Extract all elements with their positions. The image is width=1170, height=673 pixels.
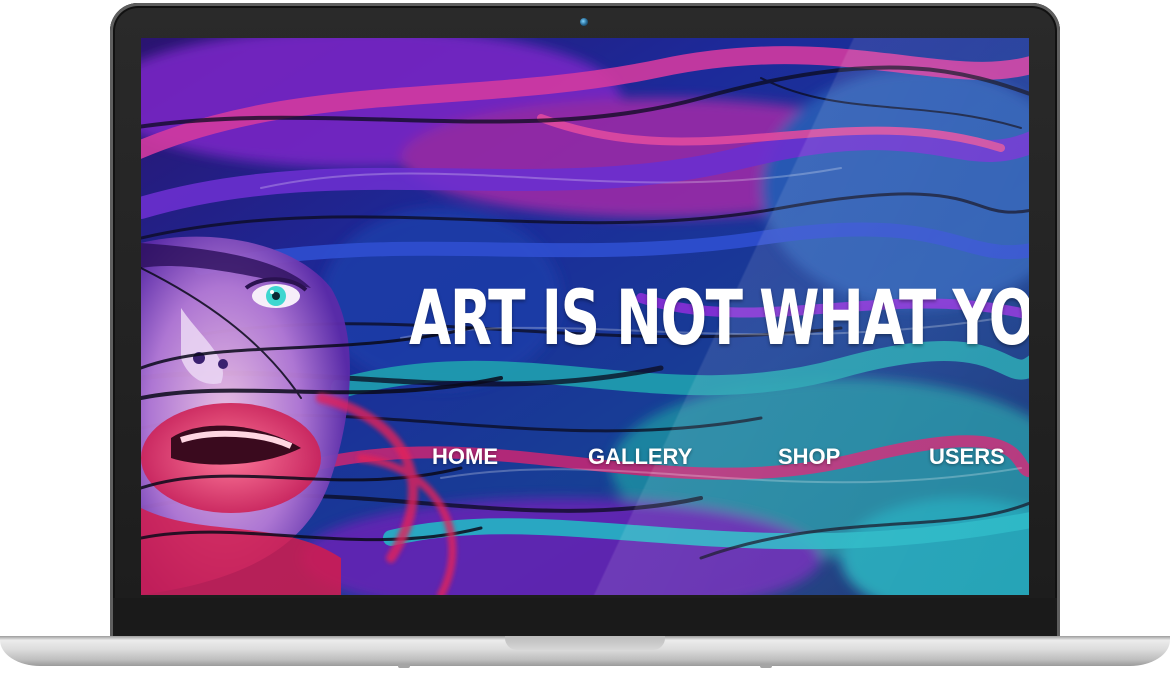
nav-users-link[interactable]: USERS: [929, 442, 1005, 472]
hero-headline: ART IS NOT WHAT YOU SEE: [409, 273, 1029, 362]
laptop-lid-notch: [505, 636, 665, 650]
nav-gallery-link[interactable]: GALLERY: [588, 442, 692, 472]
main-nav: HOME GALLERY SHOP USERS: [141, 442, 1029, 472]
laptop-screen: ART IS NOT WHAT YOU SEE HOME GALLERY SHO…: [141, 38, 1029, 595]
laptop-foot-right: [760, 664, 772, 668]
nav-home-link[interactable]: HOME: [432, 442, 498, 472]
nav-shop-link[interactable]: SHOP: [778, 442, 840, 472]
laptop-foot-left: [398, 664, 410, 668]
webcam-icon: [580, 18, 588, 26]
laptop-bottom-bezel: [113, 598, 1057, 638]
